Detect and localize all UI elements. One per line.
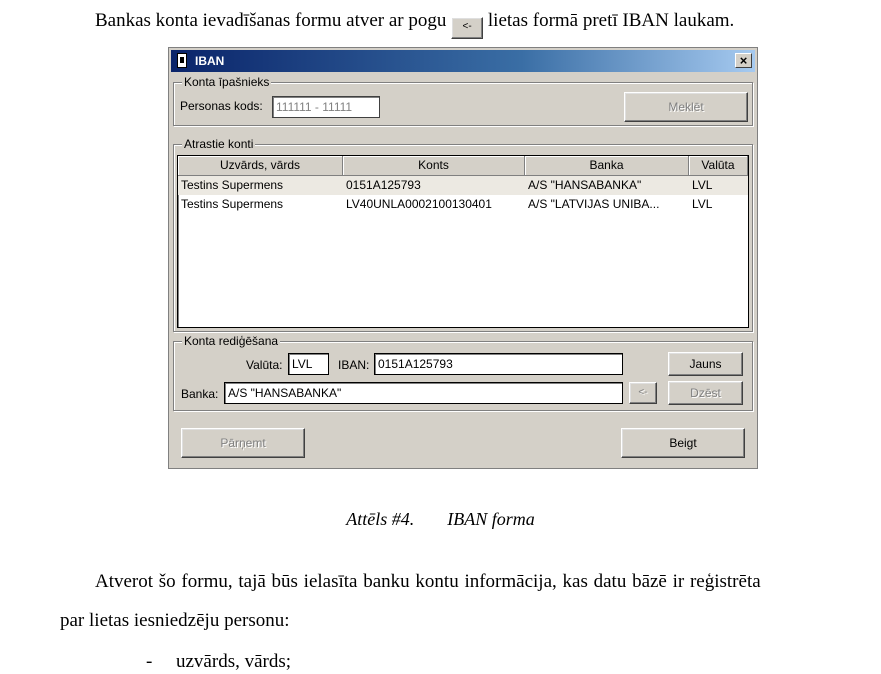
inline-arrow-button-image: <- (451, 17, 484, 39)
cell-name: Testins Supermens (178, 176, 343, 195)
finish-button[interactable]: Beigt (621, 428, 745, 458)
cell-account: 0151A125793 (343, 176, 525, 195)
table-header: Uzvārds, vārds Konts Banka Valūta (178, 156, 748, 176)
new-button[interactable]: Jauns (668, 352, 743, 376)
column-header-bank[interactable]: Banka (525, 156, 689, 175)
column-header-currency[interactable]: Valūta (689, 156, 748, 175)
owner-group: Konta īpašnieks Personas kods: 111111 - … (173, 75, 753, 126)
iban-label: IBAN: (338, 358, 370, 372)
iban-field[interactable]: 0151A125793 (374, 353, 623, 375)
arrow-left-button[interactable]: <- (629, 382, 657, 404)
iban-dialog: IBAN × Konta īpašnieks Personas kods: 11… (168, 47, 758, 469)
search-button[interactable]: Meklēt (624, 92, 748, 122)
figure-caption: Attēls #4. IBAN forma (0, 508, 881, 530)
owner-group-legend: Konta īpašnieks (182, 75, 272, 89)
bank-label: Banka: (181, 387, 219, 401)
accounts-table[interactable]: Uzvārds, vārds Konts Banka Valūta Testin… (177, 155, 749, 328)
column-header-name[interactable]: Uzvārds, vārds (178, 156, 343, 175)
cell-bank: A/S "HANSABANKA" (525, 176, 689, 195)
paragraph-line-2: par lietas iesniedzēju personu: (60, 610, 290, 631)
found-accounts-legend: Atrastie konti (182, 137, 256, 151)
figure-number: Attēls #4. (346, 509, 415, 529)
cell-account: LV40UNLA0002100130401 (346, 197, 492, 211)
dialog-title: IBAN (195, 54, 225, 68)
intro-text-before: Bankas konta ievadīšanas formu atver ar … (95, 10, 447, 31)
delete-button[interactable]: Dzēst (668, 381, 743, 405)
table-row[interactable]: Testins Supermens 0151A125793 A/S "HANSA… (178, 176, 748, 195)
intro-text-after: lietas formā pretī IBAN laukam. (487, 10, 735, 31)
figure-title: IBAN forma (447, 509, 535, 529)
cell-currency: LVL (689, 176, 748, 195)
close-icon[interactable]: × (735, 53, 752, 68)
table-row[interactable]: Testins Supermens LV40UNLA0002100130401 … (178, 195, 748, 214)
personal-code-label: Personas kods: (180, 99, 263, 113)
personal-code-field[interactable]: 111111 - 11111 (272, 96, 380, 118)
bullet-text: uzvārds, vārds; (176, 651, 292, 672)
bank-field[interactable]: A/S "HANSABANKA" (224, 382, 623, 404)
column-header-account[interactable]: Konts (343, 156, 525, 175)
accept-button[interactable]: Pārņemt (181, 428, 305, 458)
currency-label: Valūta: (246, 358, 283, 372)
bullet-dash: - (146, 651, 153, 672)
intro-sentence: Bankas konta ievadīšanas formu atver ar … (95, 9, 734, 39)
app-icon (177, 53, 187, 68)
cell-name: Testins Supermens (181, 197, 284, 211)
paragraph-line-1: Atverot šo formu, tajā būs ielasīta bank… (95, 571, 761, 592)
account-edit-legend: Konta rediģēšana (182, 334, 281, 348)
currency-field[interactable]: LVL (288, 353, 329, 375)
cell-currency: LVL (692, 197, 713, 211)
dialog-titlebar: IBAN × (171, 50, 755, 72)
cell-bank: A/S "LATVIJAS UNIBA... (528, 197, 660, 211)
